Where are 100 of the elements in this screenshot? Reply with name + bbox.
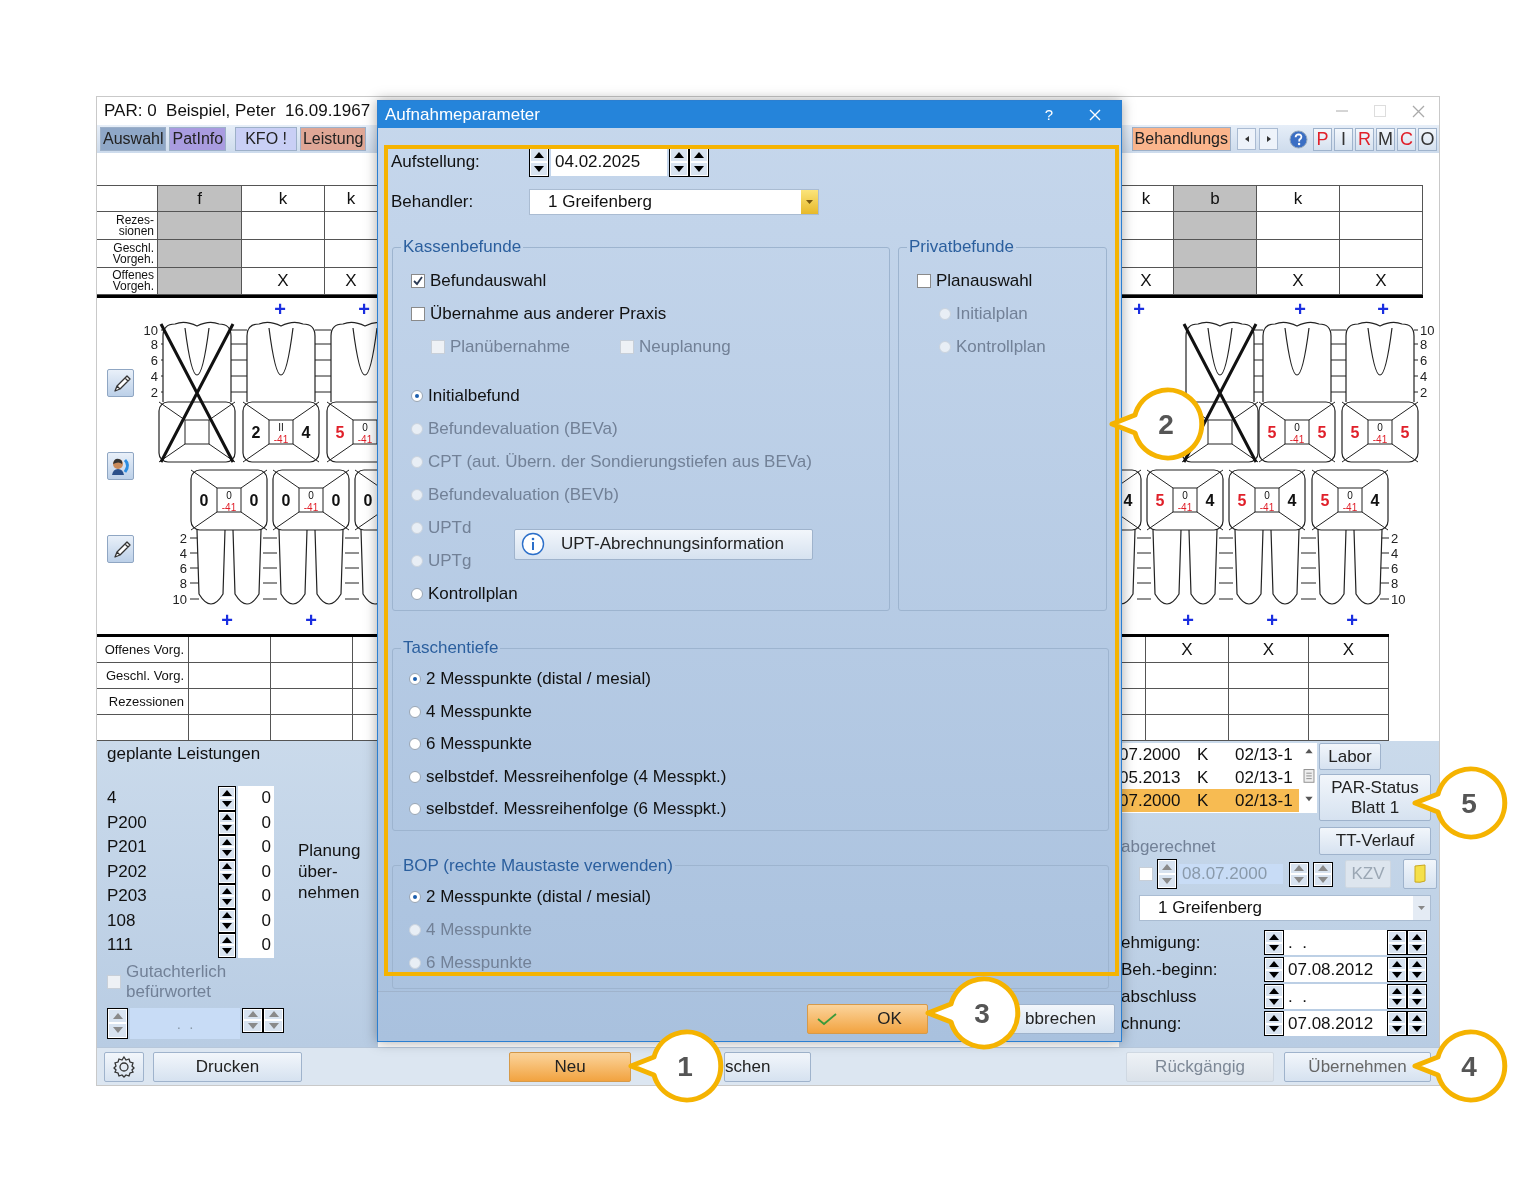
add-marker[interactable]: + — [1266, 609, 1278, 631]
settings-button[interactable] — [104, 1051, 144, 1082]
quantity-field[interactable]: 0 — [238, 933, 274, 958]
tab[interactable]: Auswahl — [100, 127, 167, 151]
spin-button[interactable] — [1289, 861, 1309, 887]
spin-button[interactable] — [218, 859, 236, 884]
quantity-field[interactable]: 0 — [238, 835, 274, 860]
radio-label[interactable]: 2 Messpunkte (distal / mesial) — [426, 669, 651, 690]
spin-button[interactable] — [1407, 930, 1427, 955]
spin-button[interactable] — [1407, 1011, 1427, 1036]
date-field[interactable]: 07.08.2012 — [1284, 1011, 1387, 1036]
letter-button[interactable]: I — [1334, 127, 1353, 151]
date-field[interactable]: 04.02.2025 — [551, 148, 667, 176]
radio-label[interactable]: selbstdef. Messreihenfolge (6 Messpkt.) — [426, 799, 727, 820]
spin-button[interactable] — [1264, 930, 1284, 955]
button[interactable]: TT-Verlauf — [1319, 827, 1431, 855]
letter-button[interactable]: O — [1418, 127, 1437, 151]
letter-button[interactable]: R — [1355, 127, 1374, 151]
letter-button[interactable]: P — [1313, 127, 1332, 151]
button[interactable]: Übernehmen — [1284, 1051, 1431, 1082]
checkbox-label[interactable]: Befundauswahl — [430, 270, 547, 291]
radio-button[interactable] — [409, 705, 421, 718]
spin-button[interactable] — [1264, 984, 1284, 1009]
checkbox[interactable] — [917, 273, 931, 288]
button[interactable]: schen — [724, 1051, 811, 1082]
radio-button[interactable] — [409, 673, 421, 686]
ok-button[interactable]: OK — [807, 1004, 928, 1034]
spin-button[interactable] — [218, 908, 236, 933]
spin-button[interactable] — [1264, 957, 1284, 982]
checkbox[interactable] — [411, 273, 425, 288]
tab[interactable]: PatInfo — [169, 127, 227, 151]
radio-label[interactable]: Kontrollplan — [428, 583, 518, 604]
add-marker[interactable]: + — [305, 609, 317, 631]
transfer-label[interactable]: Planung über-nehmen — [298, 840, 370, 904]
checkbox-label[interactable]: Übernahme aus anderer Praxis — [430, 303, 667, 324]
quantity-field[interactable]: 0 — [238, 786, 274, 811]
add-marker[interactable]: + — [274, 298, 286, 320]
spin-button[interactable] — [1407, 984, 1427, 1009]
spin-button[interactable] — [1387, 957, 1407, 982]
edit-button[interactable] — [107, 535, 134, 563]
scroll-right-button[interactable] — [1259, 128, 1278, 150]
radio-label[interactable]: 6 Messpunkte — [426, 734, 532, 755]
patient-button[interactable] — [107, 452, 134, 480]
spin-button[interactable] — [1387, 930, 1407, 955]
spin-button[interactable] — [529, 147, 549, 177]
spin-button[interactable] — [1407, 957, 1427, 982]
tab[interactable]: Leistung — [299, 127, 367, 151]
date-field[interactable]: 07.08.2012 — [1284, 957, 1387, 982]
tab[interactable]: Behandlungs — [1131, 127, 1231, 151]
spin-button[interactable] — [1387, 1011, 1407, 1036]
help-icon[interactable] — [1289, 129, 1308, 149]
tab[interactable]: KFO ! — [235, 127, 297, 151]
print-button[interactable]: Drucken — [153, 1051, 302, 1082]
add-marker[interactable]: + — [1346, 609, 1358, 631]
spin-button[interactable] — [242, 1007, 263, 1033]
checkbox-label[interactable]: Planauswahl — [936, 270, 1033, 291]
cancel-button[interactable]: bbrechen — [1011, 1004, 1115, 1034]
letter-button[interactable]: M — [1376, 127, 1395, 151]
quantity-field[interactable]: 0 — [238, 884, 274, 909]
add-marker[interactable]: + — [358, 298, 370, 320]
help-button[interactable]: ? — [1044, 106, 1053, 123]
radio-button[interactable] — [411, 389, 423, 402]
add-marker[interactable]: + — [1182, 609, 1194, 631]
add-marker[interactable]: + — [221, 609, 233, 631]
radio-label[interactable]: Initialbefund — [428, 385, 520, 406]
quantity-field[interactable]: 0 — [238, 908, 274, 933]
spin-button[interactable] — [1157, 859, 1177, 889]
spin-button[interactable] — [1387, 984, 1407, 1009]
date-field[interactable]: . . — [1284, 984, 1387, 1009]
radio-label[interactable]: 2 Messpunkte (distal / mesial) — [426, 887, 651, 907]
scroll-left-button[interactable] — [1237, 128, 1256, 150]
add-marker[interactable]: + — [1133, 298, 1145, 320]
spin-button[interactable] — [1264, 1011, 1284, 1036]
radio-label[interactable]: 4 Messpunkte — [426, 701, 532, 722]
practitioner-dropdown[interactable]: 1 Greifenberg — [1139, 895, 1431, 921]
button[interactable]: Labor — [1319, 743, 1381, 770]
spin-button[interactable] — [669, 147, 689, 177]
spin-button[interactable] — [689, 147, 709, 177]
checkbox[interactable] — [411, 306, 425, 321]
radio-button[interactable] — [409, 891, 421, 903]
radio-button[interactable] — [409, 738, 421, 751]
spin-button[interactable] — [218, 933, 236, 958]
practitioner-dropdown[interactable]: 1 Greifenberg — [529, 189, 819, 215]
button[interactable]: Neu — [509, 1051, 631, 1082]
spin-button[interactable] — [218, 835, 236, 860]
add-marker[interactable]: + — [1294, 298, 1306, 320]
add-marker[interactable]: + — [1377, 298, 1389, 320]
spin-button[interactable] — [263, 1007, 284, 1033]
radio-button[interactable] — [411, 587, 423, 600]
quantity-field[interactable]: 0 — [238, 859, 274, 884]
letter-button[interactable]: C — [1397, 127, 1416, 151]
radio-label[interactable]: selbstdef. Messreihenfolge (4 Messpkt.) — [426, 766, 727, 787]
radio-button[interactable] — [409, 770, 421, 783]
spin-button[interactable] — [107, 1007, 128, 1039]
edit-button[interactable] — [107, 369, 134, 397]
button[interactable]: PAR-Status Blatt 1 — [1319, 774, 1431, 821]
info-button[interactable]: UPT-Abrechnungsinformation — [514, 528, 813, 560]
spin-button[interactable] — [1313, 861, 1333, 887]
date-field[interactable]: . . — [1284, 930, 1387, 955]
radio-button[interactable] — [409, 803, 421, 816]
